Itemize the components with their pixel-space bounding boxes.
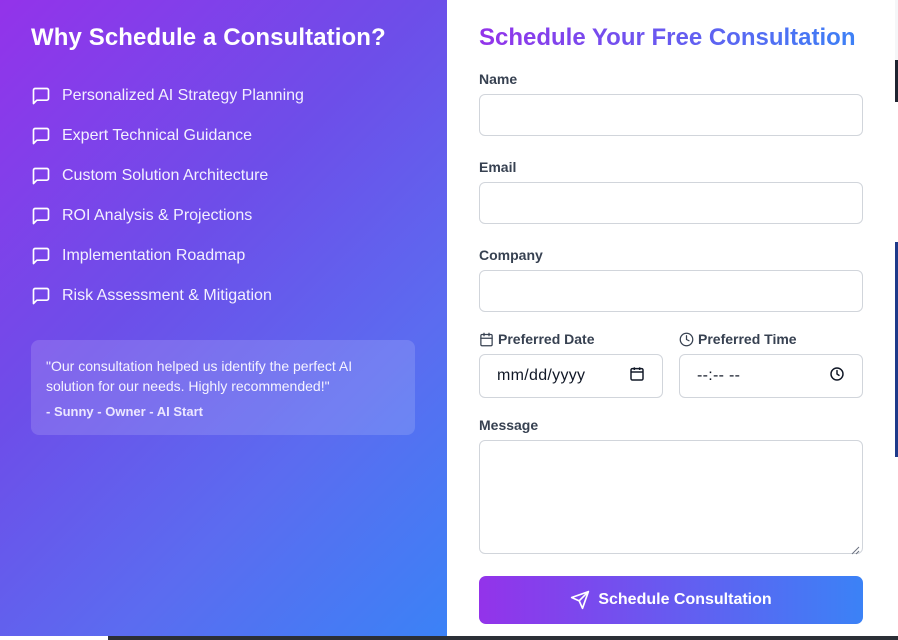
send-icon xyxy=(570,590,590,610)
date-label-text: Preferred Date xyxy=(498,331,595,347)
testimonial-card: "Our consultation helped us identify the… xyxy=(31,340,415,435)
date-label: Preferred Date xyxy=(479,330,663,348)
clock-picker-icon[interactable] xyxy=(829,366,845,387)
message-square-icon xyxy=(31,166,51,186)
message-square-icon xyxy=(31,206,51,226)
message-square-icon xyxy=(31,246,51,266)
testimonial-quote: "Our consultation helped us identify the… xyxy=(46,358,353,394)
message-square-icon xyxy=(31,126,51,146)
date-group: Preferred Date mm/dd/yyyy xyxy=(479,330,663,398)
submit-label: Schedule Consultation xyxy=(598,591,772,608)
background-page-bottom xyxy=(0,636,898,640)
benefit-item: Custom Solution Architecture xyxy=(31,156,415,196)
email-group: Email xyxy=(479,158,863,224)
message-label: Message xyxy=(479,417,539,433)
message-group: Message xyxy=(479,416,863,555)
benefit-label: ROI Analysis & Projections xyxy=(62,207,253,224)
schedule-consultation-button[interactable]: Schedule Consultation xyxy=(479,576,863,624)
testimonial-author: - Sunny - Owner - AI Start xyxy=(46,404,203,419)
benefit-item: ROI Analysis & Projections xyxy=(31,196,415,236)
time-placeholder: --:-- -- xyxy=(697,367,741,384)
time-label: Preferred Time xyxy=(679,330,863,348)
consultation-modal: Why Schedule a Consultation? Personalize… xyxy=(0,0,895,636)
company-group: Company xyxy=(479,246,863,312)
message-square-icon xyxy=(31,286,51,306)
benefit-label: Custom Solution Architecture xyxy=(62,167,269,184)
company-input[interactable] xyxy=(479,270,863,312)
benefit-label: Personalized AI Strategy Planning xyxy=(62,87,304,104)
date-time-row: Preferred Date mm/dd/yyyy Preferred Time… xyxy=(479,330,863,398)
name-input[interactable] xyxy=(479,94,863,136)
benefit-item: Personalized AI Strategy Planning xyxy=(31,76,415,116)
time-label-text: Preferred Time xyxy=(698,331,797,347)
date-placeholder: mm/dd/yyyy xyxy=(497,367,586,384)
calendar-picker-icon[interactable] xyxy=(629,366,645,387)
benefit-item: Implementation Roadmap xyxy=(31,236,415,276)
time-input[interactable]: --:-- -- xyxy=(679,354,863,398)
resize-handle-icon[interactable] xyxy=(851,542,860,555)
message-square-icon xyxy=(31,86,51,106)
calendar-icon xyxy=(479,332,494,347)
benefit-label: Expert Technical Guidance xyxy=(62,127,253,144)
consultation-form-panel: Schedule Your Free Consultation Name Ema… xyxy=(447,0,895,636)
form-title: Schedule Your Free Consultation xyxy=(479,22,863,54)
benefits-title: Why Schedule a Consultation? xyxy=(31,24,386,51)
message-textarea[interactable] xyxy=(479,440,863,555)
name-label: Name xyxy=(479,71,518,87)
email-input[interactable] xyxy=(479,182,863,224)
company-label: Company xyxy=(479,247,543,263)
benefit-label: Implementation Roadmap xyxy=(62,247,246,264)
benefit-item: Risk Assessment & Mitigation xyxy=(31,276,415,316)
benefits-panel: Why Schedule a Consultation? Personalize… xyxy=(0,0,447,636)
date-input[interactable]: mm/dd/yyyy xyxy=(479,354,663,398)
email-label: Email xyxy=(479,159,517,175)
benefits-list: Personalized AI Strategy Planning Expert… xyxy=(31,76,415,316)
name-group: Name xyxy=(479,70,863,136)
benefit-item: Expert Technical Guidance xyxy=(31,116,415,156)
time-group: Preferred Time --:-- -- xyxy=(679,330,863,398)
consultation-form: Name Email Company Preferred Date mm/dd/… xyxy=(479,70,863,624)
clock-icon xyxy=(679,332,694,347)
benefit-label: Risk Assessment & Mitigation xyxy=(62,287,272,304)
